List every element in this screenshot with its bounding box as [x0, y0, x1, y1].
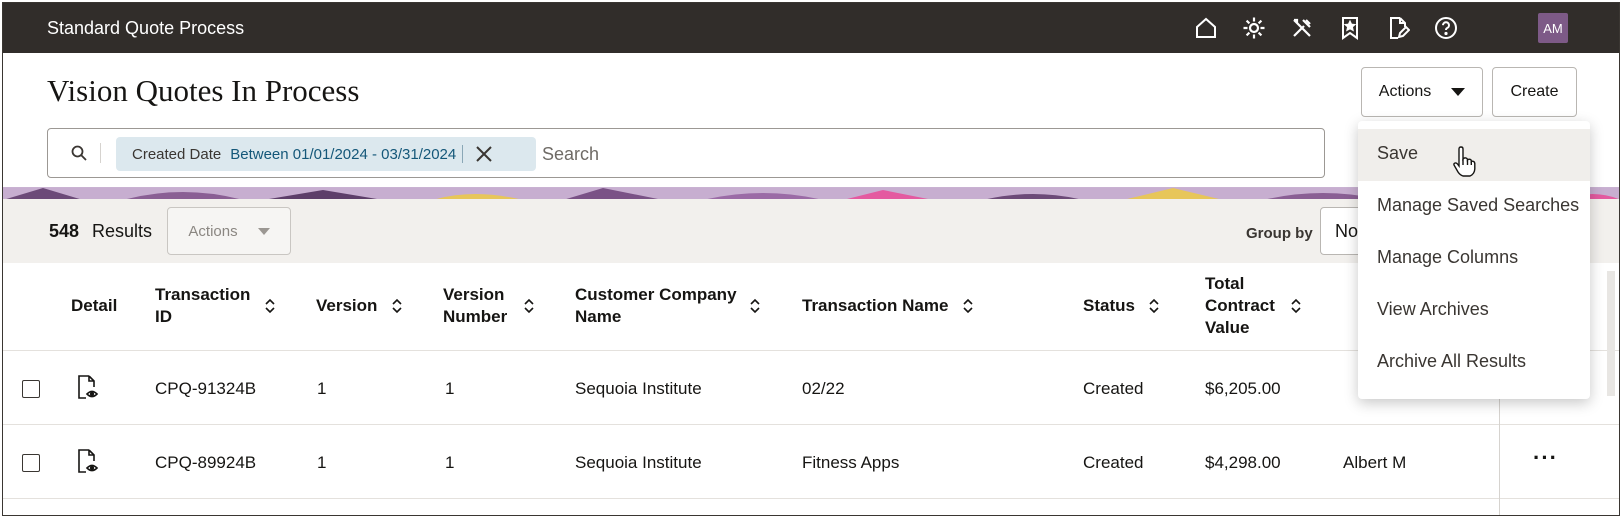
menu-item-archive-all-results[interactable]: Archive All Results	[1358, 337, 1590, 389]
column-header-status[interactable]: Status	[1083, 295, 1135, 317]
column-header-detail: Detail	[71, 296, 118, 315]
column-header-transaction-name[interactable]: Transaction Name	[802, 295, 948, 317]
results-actions-button[interactable]: Actions	[167, 207, 291, 255]
results-label: Results	[92, 221, 153, 241]
cell-customer-company: Sequoia Institute	[575, 379, 702, 398]
caret-down-icon	[1451, 88, 1466, 96]
view-document-icon[interactable]	[77, 375, 99, 401]
search-bar[interactable]: Created Date Between 01/01/2024 - 03/31/…	[47, 128, 1325, 178]
avatar[interactable]: AM	[1538, 13, 1568, 43]
cell-transaction-id[interactable]: CPQ-91324B	[155, 379, 256, 399]
caret-down-icon	[257, 227, 270, 235]
sort-icon[interactable]	[1148, 297, 1160, 315]
cell-status: Created	[1083, 379, 1144, 398]
cell-total-contract-value: $4,298.00	[1205, 453, 1281, 472]
app-title: Standard Quote Process	[47, 18, 245, 38]
cell-customer-company: Sequoia Institute	[575, 453, 702, 472]
sort-icon[interactable]	[391, 297, 403, 315]
column-header-customer-company-name[interactable]: Customer Company Name	[575, 284, 745, 328]
sort-icon[interactable]	[962, 297, 974, 315]
row-checkbox[interactable]	[22, 380, 40, 398]
filter-chip[interactable]: Created Date Between 01/01/2024 - 03/31/…	[116, 137, 536, 171]
column-header-version[interactable]: Version	[316, 295, 377, 317]
page-title: Vision Quotes In Process	[47, 73, 360, 108]
cell-transaction-name: 02/22	[802, 379, 845, 398]
app-window: Standard Quote Process AM Vision Quotes …	[2, 2, 1620, 516]
group-by-label: Group by	[1246, 225, 1313, 242]
cell-transaction-id[interactable]: CPQ-89924B	[155, 453, 256, 473]
column-header-version-number[interactable]: Version Number	[443, 284, 523, 328]
cell-owner: Albert M	[1343, 453, 1407, 472]
help-icon[interactable]	[1434, 16, 1458, 40]
tools-icon[interactable]	[1290, 16, 1314, 40]
sort-icon[interactable]	[749, 297, 761, 315]
results-actions-label: Actions	[188, 222, 238, 240]
cell-version: 1	[317, 453, 327, 472]
results-count: 548	[49, 221, 80, 241]
hand-cursor-icon	[1452, 146, 1476, 178]
cell-transaction-name: Fitness Apps	[802, 453, 900, 472]
table-row[interactable]: CPQ-89924B 1 1 Sequoia Institute Fitness…	[3, 425, 1619, 499]
close-icon[interactable]	[475, 145, 493, 163]
search-input[interactable]: Search	[542, 144, 599, 165]
top-bar: Standard Quote Process AM	[3, 3, 1619, 53]
edit-document-icon[interactable]	[1386, 16, 1411, 40]
bookmark-icon[interactable]	[1338, 16, 1362, 40]
actions-button-label: Actions	[1378, 83, 1432, 100]
vertical-scrollbar[interactable]	[1607, 271, 1615, 396]
divider	[100, 143, 101, 163]
cell-version: 1	[317, 379, 327, 398]
row-checkbox[interactable]	[22, 454, 40, 472]
cell-status: Created	[1083, 453, 1144, 472]
view-document-icon[interactable]	[77, 449, 99, 475]
search-icon[interactable]	[70, 144, 88, 162]
more-options-icon[interactable]: ···	[1533, 445, 1558, 471]
cell-version-number: 1	[445, 453, 455, 472]
cell-total-contract-value: $6,205.00	[1205, 379, 1281, 398]
create-button[interactable]: Create	[1492, 67, 1577, 117]
filter-chip-value: Between 01/01/2024 - 03/31/2024	[230, 145, 457, 163]
menu-item-manage-columns[interactable]: Manage Columns	[1358, 233, 1590, 285]
sort-icon[interactable]	[523, 297, 535, 315]
sort-icon[interactable]	[1290, 297, 1302, 315]
actions-button[interactable]: Actions	[1361, 67, 1483, 117]
menu-item-manage-saved-searches[interactable]: Manage Saved Searches	[1358, 181, 1590, 233]
column-header-total-contract-value[interactable]: Total Contract Value	[1205, 273, 1283, 339]
cell-version-number: 1	[445, 379, 455, 398]
menu-item-view-archives[interactable]: View Archives	[1358, 285, 1590, 337]
filter-chip-label: Created Date	[132, 145, 222, 163]
settings-icon[interactable]	[1242, 16, 1266, 40]
home-icon[interactable]	[1194, 16, 1218, 40]
sort-icon[interactable]	[264, 297, 276, 315]
divider	[462, 145, 464, 163]
column-header-transaction-id[interactable]: Transaction ID	[155, 284, 255, 328]
